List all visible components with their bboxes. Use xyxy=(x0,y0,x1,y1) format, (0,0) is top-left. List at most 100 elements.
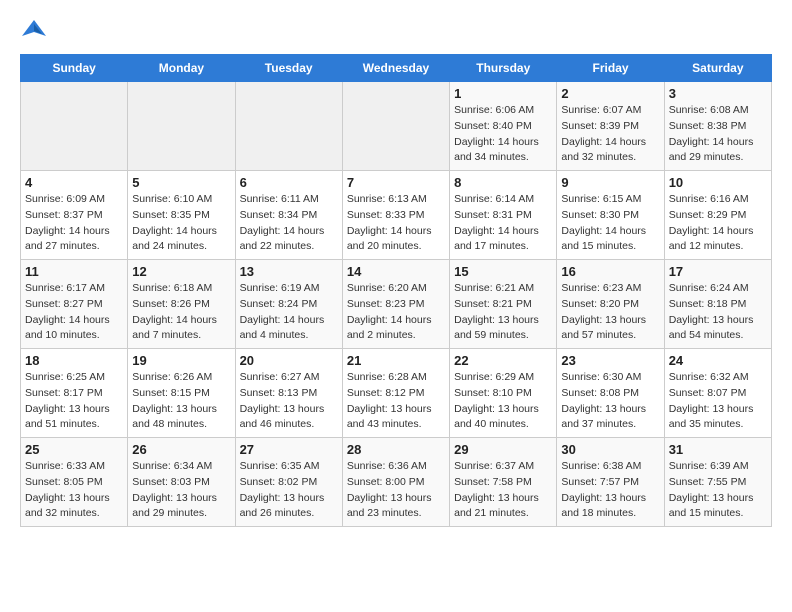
day-number: 29 xyxy=(454,442,552,457)
calendar-cell: 27 Sunrise: 6:35 AM Sunset: 8:02 PM Dayli… xyxy=(235,438,342,527)
calendar-cell: 15Sunrise: 6:21 AM Sunset: 8:21 PM Dayli… xyxy=(450,260,557,349)
day-info: Sunrise: 6:20 AM Sunset: 8:23 PM Dayligh… xyxy=(347,281,445,344)
day-number: 24 xyxy=(669,353,767,368)
calendar-cell: 3 Sunrise: 6:08 AM Sunset: 8:38 PM Daylig… xyxy=(664,82,771,171)
day-info: Sunrise: 6:16 AM Sunset: 8:29 PM Dayligh… xyxy=(669,192,767,255)
day-info: Sunrise: 6:35 AM Sunset: 8:02 PM Dayligh… xyxy=(240,459,338,522)
day-number: 8 xyxy=(454,175,552,190)
day-info: Sunrise: 6:39 AM Sunset: 7:55 PM Dayligh… xyxy=(669,459,767,522)
day-number: 12 xyxy=(132,264,230,279)
calendar-cell: 8 Sunrise: 6:14 AM Sunset: 8:31 PM Daylig… xyxy=(450,171,557,260)
day-info: Sunrise: 6:32 AM Sunset: 8:07 PM Dayligh… xyxy=(669,370,767,433)
day-number: 25 xyxy=(25,442,123,457)
day-info: Sunrise: 6:23 AM Sunset: 8:20 PM Dayligh… xyxy=(561,281,659,344)
calendar-cell: 19 Sunrise: 6:26 AM Sunset: 8:15 PM Dayli… xyxy=(128,349,235,438)
calendar-week-1: 1 Sunrise: 6:06 AM Sunset: 8:40 PM Daylig… xyxy=(21,82,772,171)
day-info: Sunrise: 6:34 AM Sunset: 8:03 PM Dayligh… xyxy=(132,459,230,522)
day-info: Sunrise: 6:24 AM Sunset: 8:18 PM Dayligh… xyxy=(669,281,767,344)
day-info: Sunrise: 6:17 AM Sunset: 8:27 PM Dayligh… xyxy=(25,281,123,344)
day-number: 2 xyxy=(561,86,659,101)
day-info: Sunrise: 6:10 AM Sunset: 8:35 PM Dayligh… xyxy=(132,192,230,255)
calendar-cell: 10Sunrise: 6:16 AM Sunset: 8:29 PM Dayli… xyxy=(664,171,771,260)
logo-bird-icon xyxy=(20,16,48,44)
calendar-cell xyxy=(128,82,235,171)
calendar-cell: 6 Sunrise: 6:11 AM Sunset: 8:34 PM Daylig… xyxy=(235,171,342,260)
day-info: Sunrise: 6:30 AM Sunset: 8:08 PM Dayligh… xyxy=(561,370,659,433)
day-number: 22 xyxy=(454,353,552,368)
day-info: Sunrise: 6:18 AM Sunset: 8:26 PM Dayligh… xyxy=(132,281,230,344)
calendar-cell: 13 Sunrise: 6:19 AM Sunset: 8:24 PM Dayli… xyxy=(235,260,342,349)
day-number: 1 xyxy=(454,86,552,101)
calendar-cell: 4Sunrise: 6:09 AM Sunset: 8:37 PM Daylig… xyxy=(21,171,128,260)
weekday-header-monday: Monday xyxy=(128,55,235,82)
day-number: 5 xyxy=(132,175,230,190)
day-number: 17 xyxy=(669,264,767,279)
calendar-body: 1 Sunrise: 6:06 AM Sunset: 8:40 PM Daylig… xyxy=(21,82,772,527)
calendar-cell xyxy=(235,82,342,171)
calendar-table: SundayMondayTuesdayWednesdayThursdayFrid… xyxy=(20,54,772,527)
calendar-cell: 17 Sunrise: 6:24 AM Sunset: 8:18 PM Dayli… xyxy=(664,260,771,349)
day-info: Sunrise: 6:09 AM Sunset: 8:37 PM Dayligh… xyxy=(25,192,123,255)
weekday-header-wednesday: Wednesday xyxy=(342,55,449,82)
calendar-cell: 24 Sunrise: 6:32 AM Sunset: 8:07 PM Dayli… xyxy=(664,349,771,438)
day-number: 27 xyxy=(240,442,338,457)
day-number: 3 xyxy=(669,86,767,101)
day-number: 13 xyxy=(240,264,338,279)
calendar-cell: 16Sunrise: 6:23 AM Sunset: 8:20 PM Dayli… xyxy=(557,260,664,349)
day-info: Sunrise: 6:19 AM Sunset: 8:24 PM Dayligh… xyxy=(240,281,338,344)
calendar-cell: 5 Sunrise: 6:10 AM Sunset: 8:35 PM Daylig… xyxy=(128,171,235,260)
weekday-header-tuesday: Tuesday xyxy=(235,55,342,82)
day-number: 30 xyxy=(561,442,659,457)
day-info: Sunrise: 6:13 AM Sunset: 8:33 PM Dayligh… xyxy=(347,192,445,255)
day-number: 23 xyxy=(561,353,659,368)
day-info: Sunrise: 6:14 AM Sunset: 8:31 PM Dayligh… xyxy=(454,192,552,255)
day-number: 9 xyxy=(561,175,659,190)
weekday-header-sunday: Sunday xyxy=(21,55,128,82)
day-info: Sunrise: 6:26 AM Sunset: 8:15 PM Dayligh… xyxy=(132,370,230,433)
calendar-cell: 31Sunrise: 6:39 AM Sunset: 7:55 PM Dayli… xyxy=(664,438,771,527)
day-number: 6 xyxy=(240,175,338,190)
calendar-cell: 20Sunrise: 6:27 AM Sunset: 8:13 PM Dayli… xyxy=(235,349,342,438)
calendar-cell: 18 Sunrise: 6:25 AM Sunset: 8:17 PM Dayli… xyxy=(21,349,128,438)
calendar-cell: 22 Sunrise: 6:29 AM Sunset: 8:10 PM Dayli… xyxy=(450,349,557,438)
day-info: Sunrise: 6:33 AM Sunset: 8:05 PM Dayligh… xyxy=(25,459,123,522)
day-info: Sunrise: 6:21 AM Sunset: 8:21 PM Dayligh… xyxy=(454,281,552,344)
calendar-week-3: 11 Sunrise: 6:17 AM Sunset: 8:27 PM Dayli… xyxy=(21,260,772,349)
weekday-header-thursday: Thursday xyxy=(450,55,557,82)
day-info: Sunrise: 6:25 AM Sunset: 8:17 PM Dayligh… xyxy=(25,370,123,433)
calendar-cell xyxy=(21,82,128,171)
calendar-cell: 21Sunrise: 6:28 AM Sunset: 8:12 PM Dayli… xyxy=(342,349,449,438)
calendar-cell: 30 Sunrise: 6:38 AM Sunset: 7:57 PM Dayli… xyxy=(557,438,664,527)
weekday-header-saturday: Saturday xyxy=(664,55,771,82)
calendar-cell: 14 Sunrise: 6:20 AM Sunset: 8:23 PM Dayli… xyxy=(342,260,449,349)
day-number: 11 xyxy=(25,264,123,279)
day-info: Sunrise: 6:28 AM Sunset: 8:12 PM Dayligh… xyxy=(347,370,445,433)
calendar-cell: 7Sunrise: 6:13 AM Sunset: 8:33 PM Daylig… xyxy=(342,171,449,260)
calendar-cell: 23 Sunrise: 6:30 AM Sunset: 8:08 PM Dayli… xyxy=(557,349,664,438)
day-info: Sunrise: 6:37 AM Sunset: 7:58 PM Dayligh… xyxy=(454,459,552,522)
day-info: Sunrise: 6:29 AM Sunset: 8:10 PM Dayligh… xyxy=(454,370,552,433)
day-number: 14 xyxy=(347,264,445,279)
calendar-week-2: 4Sunrise: 6:09 AM Sunset: 8:37 PM Daylig… xyxy=(21,171,772,260)
day-info: Sunrise: 6:15 AM Sunset: 8:30 PM Dayligh… xyxy=(561,192,659,255)
day-info: Sunrise: 6:08 AM Sunset: 8:38 PM Dayligh… xyxy=(669,103,767,166)
day-info: Sunrise: 6:27 AM Sunset: 8:13 PM Dayligh… xyxy=(240,370,338,433)
calendar-cell xyxy=(342,82,449,171)
day-number: 19 xyxy=(132,353,230,368)
calendar-cell: 9 Sunrise: 6:15 AM Sunset: 8:30 PM Daylig… xyxy=(557,171,664,260)
weekday-row: SundayMondayTuesdayWednesdayThursdayFrid… xyxy=(21,55,772,82)
day-number: 18 xyxy=(25,353,123,368)
calendar-cell: 2Sunrise: 6:07 AM Sunset: 8:39 PM Daylig… xyxy=(557,82,664,171)
header xyxy=(20,16,772,44)
calendar-cell: 29 Sunrise: 6:37 AM Sunset: 7:58 PM Dayli… xyxy=(450,438,557,527)
day-info: Sunrise: 6:06 AM Sunset: 8:40 PM Dayligh… xyxy=(454,103,552,166)
calendar-cell: 1 Sunrise: 6:06 AM Sunset: 8:40 PM Daylig… xyxy=(450,82,557,171)
calendar-week-5: 25 Sunrise: 6:33 AM Sunset: 8:05 PM Dayli… xyxy=(21,438,772,527)
day-number: 26 xyxy=(132,442,230,457)
calendar-cell: 26 Sunrise: 6:34 AM Sunset: 8:03 PM Dayli… xyxy=(128,438,235,527)
day-info: Sunrise: 6:11 AM Sunset: 8:34 PM Dayligh… xyxy=(240,192,338,255)
page: SundayMondayTuesdayWednesdayThursdayFrid… xyxy=(0,0,792,543)
calendar-cell: 25 Sunrise: 6:33 AM Sunset: 8:05 PM Dayli… xyxy=(21,438,128,527)
day-info: Sunrise: 6:38 AM Sunset: 7:57 PM Dayligh… xyxy=(561,459,659,522)
day-number: 28 xyxy=(347,442,445,457)
